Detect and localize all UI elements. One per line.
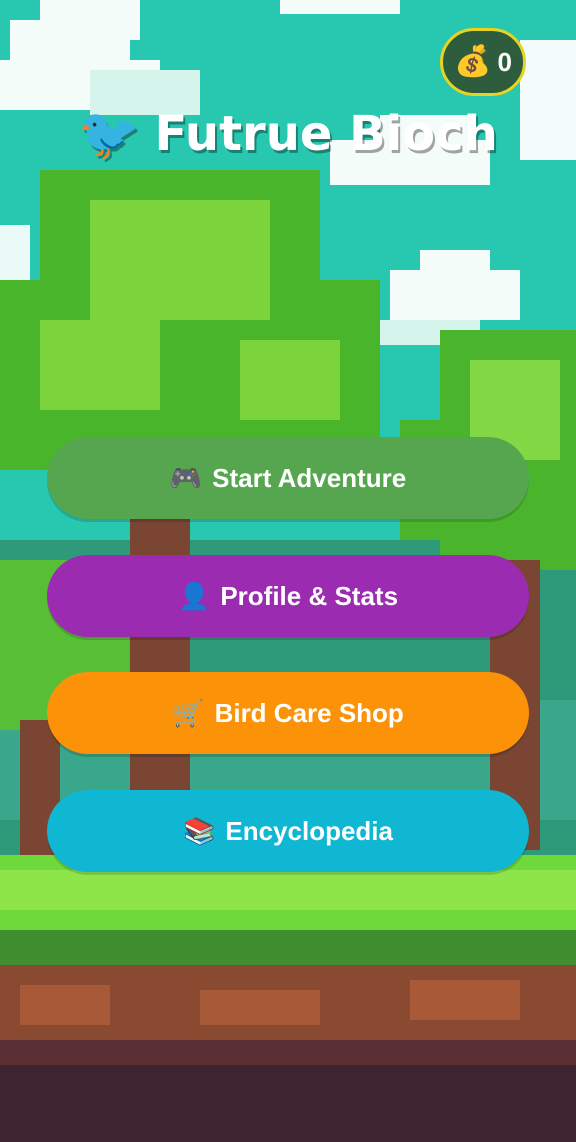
profile-stats-button[interactable]: 👤 Profile & Stats (47, 555, 529, 637)
start-adventure-button[interactable]: 🎮 Start Adventure (47, 437, 529, 519)
coin-counter: 💰 0 (440, 28, 526, 96)
bird-care-shop-label: Bird Care Shop (214, 697, 404, 728)
encyclopedia-label: Encyclopedia (225, 815, 393, 846)
bird-icon: 🐦 (78, 105, 141, 163)
encyclopedia-button[interactable]: 📚 Encyclopedia (47, 790, 529, 872)
game-controller-icon: 🎮 (169, 463, 203, 493)
start-adventure-label: Start Adventure (212, 462, 407, 493)
shopping-cart-icon: 🛒 (172, 698, 205, 728)
bird-care-shop-button[interactable]: 🛒 Bird Care Shop (47, 672, 529, 754)
cloud-icon (0, 225, 30, 280)
user-icon: 👤 (177, 581, 211, 611)
money-bag-icon: 💰 (454, 45, 492, 78)
game-title-text: Futrue Bioch (154, 106, 498, 162)
profile-stats-label: Profile & Stats (220, 580, 399, 611)
books-icon: 📚 (183, 816, 216, 846)
coin-count: 0 (497, 46, 512, 77)
game-title: 🐦 Futrue Bioch (0, 106, 576, 162)
